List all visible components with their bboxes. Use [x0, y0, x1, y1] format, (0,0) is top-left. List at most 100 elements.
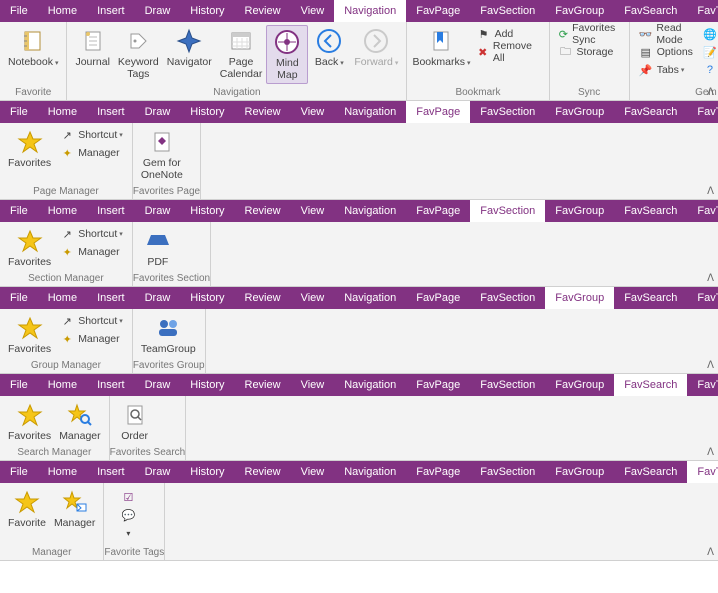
tab-view[interactable]: View	[291, 200, 335, 222]
shortcut-button[interactable]: ↗Shortcut▾	[55, 312, 128, 330]
tab-favgroup[interactable]: FavGroup	[545, 287, 614, 309]
back-button[interactable]: Back▾	[308, 25, 350, 84]
tab-favgroup[interactable]: FavGroup	[545, 374, 614, 396]
teamgroup-button[interactable]: TeamGroup	[137, 312, 200, 357]
tab-file[interactable]: File	[0, 374, 38, 396]
tab-file[interactable]: File	[0, 101, 38, 123]
favorites-button[interactable]: Favorites	[4, 126, 55, 183]
tab-draw[interactable]: Draw	[135, 461, 181, 483]
readmode-button[interactable]: 👓Read Mode	[634, 25, 698, 43]
tab-draw[interactable]: Draw	[135, 0, 181, 22]
pdf-button[interactable]: PDF	[137, 225, 179, 270]
language-button[interactable]: 🌐Language▾	[698, 25, 718, 43]
navigator-button[interactable]: Navigator	[163, 25, 216, 84]
tab-favsearch[interactable]: FavSearch	[614, 461, 687, 483]
tab-view[interactable]: View	[291, 461, 335, 483]
forward-button[interactable]: Forward▾	[350, 25, 402, 84]
tab-favsearch[interactable]: FavSearch	[614, 287, 687, 309]
tab-draw[interactable]: Draw	[135, 101, 181, 123]
tab-view[interactable]: View	[291, 0, 335, 22]
tab-home[interactable]: Home	[38, 200, 87, 222]
register-button[interactable]: 📝Register	[698, 43, 718, 61]
tab-review[interactable]: Review	[235, 461, 291, 483]
page-calendar-button[interactable]: Page Calendar	[216, 25, 267, 84]
tab-home[interactable]: Home	[38, 374, 87, 396]
tab-favsection[interactable]: FavSection	[470, 101, 545, 123]
tab-favsection[interactable]: FavSection	[470, 200, 545, 222]
help-button[interactable]: ?Help▾	[698, 61, 718, 79]
tab-draw[interactable]: Draw	[135, 287, 181, 309]
tab-favtag[interactable]: FavTag	[687, 101, 718, 123]
tab-favpage[interactable]: FavPage	[406, 287, 470, 309]
tab-favtag[interactable]: FavTag	[687, 200, 718, 222]
tabs-button[interactable]: 📌Tabs▾	[634, 61, 698, 79]
tab-favpage[interactable]: FavPage	[406, 200, 470, 222]
tab-favtag[interactable]: FavTag	[687, 0, 718, 22]
collapse-ribbon-button[interactable]: ᐱ	[707, 447, 714, 458]
bookmarks-button[interactable]: Bookmarks▾	[411, 25, 471, 84]
manager-button[interactable]: Manager	[50, 486, 99, 544]
tab-insert[interactable]: Insert	[87, 101, 135, 123]
storage-button[interactable]: 🗀Storage	[554, 43, 625, 61]
tab-favtag[interactable]: FavTag	[687, 374, 718, 396]
tab-navigation[interactable]: Navigation	[334, 287, 406, 309]
collapse-ribbon-button[interactable]: ᐱ	[707, 273, 714, 284]
tab-favpage[interactable]: FavPage	[406, 461, 470, 483]
tab-insert[interactable]: Insert	[87, 461, 135, 483]
tab-favgroup[interactable]: FavGroup	[545, 101, 614, 123]
favorites-button[interactable]: Favorites	[4, 399, 55, 444]
tab-favsection[interactable]: FavSection	[470, 287, 545, 309]
tab-favgroup[interactable]: FavGroup	[545, 200, 614, 222]
tab-navigation[interactable]: Navigation	[334, 0, 406, 22]
tab-insert[interactable]: Insert	[87, 200, 135, 222]
tab-file[interactable]: File	[0, 287, 38, 309]
tab-favsearch[interactable]: FavSearch	[614, 200, 687, 222]
tab-review[interactable]: Review	[235, 374, 291, 396]
order-button[interactable]: Order	[114, 399, 156, 444]
tab-favpage[interactable]: FavPage	[406, 0, 470, 22]
tab-insert[interactable]: Insert	[87, 287, 135, 309]
tab-file[interactable]: File	[0, 200, 38, 222]
tab-view[interactable]: View	[291, 287, 335, 309]
manager-button[interactable]: ✦Manager	[55, 243, 128, 261]
favorites-sync-button[interactable]: ⟳Favorites Sync	[554, 25, 625, 43]
notebook-button[interactable]: Notebook▾	[4, 25, 62, 84]
comment-tag-button[interactable]: 💬	[116, 506, 144, 524]
favorites-button[interactable]: Favorites	[4, 225, 55, 270]
tab-favsearch[interactable]: FavSearch	[614, 0, 687, 22]
tab-history[interactable]: History	[180, 101, 234, 123]
options-button[interactable]: ▤Options	[634, 43, 698, 61]
tab-home[interactable]: Home	[38, 287, 87, 309]
tab-draw[interactable]: Draw	[135, 374, 181, 396]
tab-history[interactable]: History	[180, 0, 234, 22]
shortcut-button[interactable]: ↗Shortcut▾	[55, 126, 128, 144]
tab-favpage[interactable]: FavPage	[406, 374, 470, 396]
remove-all-button[interactable]: ✖Remove All	[472, 43, 545, 61]
favorites-button[interactable]: Favorites	[4, 312, 55, 357]
manager-button[interactable]: ✦Manager	[55, 330, 128, 348]
tab-favtag[interactable]: FavTag	[687, 287, 718, 309]
collapse-ribbon-button[interactable]: ᐱ	[707, 360, 714, 371]
gem-button[interactable]: Gem for OneNote	[137, 126, 187, 183]
shortcut-button[interactable]: ↗Shortcut▾	[55, 225, 128, 243]
tab-favpage[interactable]: FavPage	[406, 101, 470, 123]
tab-review[interactable]: Review	[235, 101, 291, 123]
collapse-ribbon-button[interactable]: ᐱ	[707, 547, 714, 558]
tab-insert[interactable]: Insert	[87, 0, 135, 22]
tab-history[interactable]: History	[180, 374, 234, 396]
collapse-ribbon-button[interactable]: ᐱ	[707, 186, 714, 197]
tab-file[interactable]: File	[0, 0, 38, 22]
favorite-button[interactable]: Favorite	[4, 486, 50, 544]
checkbox-tag-button[interactable]: ☑	[116, 488, 144, 506]
tab-favsection[interactable]: FavSection	[470, 461, 545, 483]
tab-favtag[interactable]: FavTag	[687, 461, 718, 483]
mindmap-button[interactable]: Mind Map	[266, 25, 308, 84]
tab-review[interactable]: Review	[235, 200, 291, 222]
more-tags-button[interactable]: ▾	[116, 524, 144, 542]
tab-history[interactable]: History	[180, 461, 234, 483]
tab-draw[interactable]: Draw	[135, 200, 181, 222]
keyword-tags-button[interactable]: Keyword Tags	[114, 25, 163, 84]
tab-review[interactable]: Review	[235, 0, 291, 22]
tab-insert[interactable]: Insert	[87, 374, 135, 396]
tab-navigation[interactable]: Navigation	[334, 200, 406, 222]
